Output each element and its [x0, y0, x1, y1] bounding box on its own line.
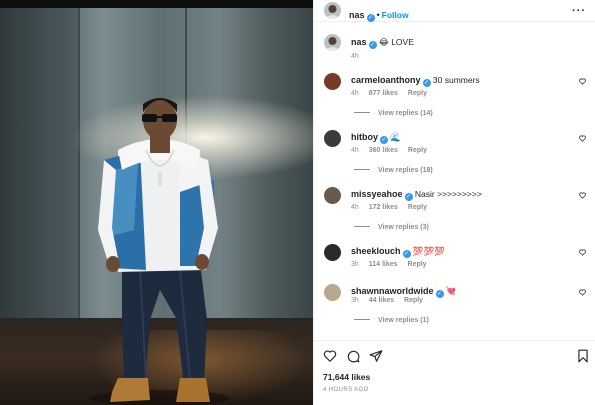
share-icon[interactable]	[369, 349, 383, 363]
reply-button[interactable]: Reply	[404, 297, 423, 304]
commenter-username[interactable]: sheeklouch	[351, 246, 401, 256]
comment-icon[interactable]	[346, 349, 360, 363]
commenter-username[interactable]: shawnnaworldwide	[351, 286, 434, 296]
caption-avatar[interactable]	[324, 34, 341, 51]
bookmark-icon[interactable]	[576, 349, 590, 363]
verified-icon: ✓	[366, 14, 375, 22]
heart-icon[interactable]	[579, 289, 586, 296]
author-username[interactable]: nas	[349, 10, 365, 20]
view-replies-button[interactable]: View replies (18)	[354, 167, 433, 174]
caption-username[interactable]: nas	[351, 37, 367, 47]
comment-likes[interactable]: 877 likes	[369, 90, 398, 97]
commenter-username[interactable]: carmeloanthony	[351, 75, 421, 85]
view-replies-button[interactable]: View replies (1)	[354, 317, 429, 324]
comment-likes[interactable]: 44 likes	[369, 297, 394, 304]
comment-time: 4h	[351, 90, 359, 97]
reply-button[interactable]: Reply	[408, 204, 427, 211]
commenter-avatar[interactable]	[324, 284, 341, 301]
verified-icon: ✓	[368, 41, 377, 49]
comment-text: 💘	[445, 286, 457, 296]
heart-icon[interactable]	[579, 135, 586, 142]
post-actions: 71,644 likes 4 HOURS AGO	[314, 340, 595, 405]
post-header: nas ✓ • Follow ···	[314, 0, 595, 22]
separator-dot: •	[376, 10, 380, 20]
verified-icon: ✓	[402, 250, 411, 258]
comment-text: 💯💯💯	[412, 246, 445, 256]
caption-emoji: 😂	[378, 37, 389, 47]
heart-icon[interactable]	[579, 249, 586, 256]
commenter-avatar[interactable]	[324, 187, 341, 204]
comment-likes[interactable]: 172 likes	[369, 204, 398, 211]
photo-subject	[90, 98, 230, 405]
verified-icon: ✓	[435, 290, 444, 298]
comment-text: 30 summers	[432, 75, 480, 85]
caption-text: LOVE	[391, 37, 414, 47]
reply-button[interactable]: Reply	[408, 261, 427, 268]
verified-icon: ✓	[404, 193, 413, 201]
more-icon[interactable]: ···	[572, 5, 586, 17]
view-replies-button[interactable]: View replies (3)	[354, 224, 429, 231]
verified-icon: ✓	[380, 136, 388, 144]
author-avatar[interactable]	[324, 2, 341, 19]
heart-icon[interactable]	[323, 349, 337, 363]
reply-button[interactable]: Reply	[408, 90, 427, 97]
follow-button[interactable]: Follow	[382, 10, 409, 20]
post-timestamp: 4 HOURS AGO	[323, 387, 369, 393]
commenter-username[interactable]: hitboy	[351, 132, 378, 142]
comment-time: 3h	[351, 261, 359, 268]
heart-icon[interactable]	[579, 78, 586, 85]
commenter-avatar[interactable]	[324, 244, 341, 261]
comment-text: Nasir >>>>>>>>>	[414, 189, 482, 199]
view-replies-button[interactable]: View replies (14)	[354, 110, 433, 117]
commenter-avatar[interactable]	[324, 130, 341, 147]
post-photo[interactable]	[0, 0, 313, 405]
verified-icon: ✓	[422, 79, 431, 87]
heart-icon[interactable]	[579, 192, 586, 199]
commenter-avatar[interactable]	[324, 73, 341, 90]
caption-time: 4h	[351, 53, 359, 60]
post-side-panel: nas ✓ • Follow ··· nas ✓ 😂 LOVE 4h carmeloan…	[313, 0, 595, 405]
likes-count[interactable]: 71,644 likes	[323, 372, 370, 382]
reply-button[interactable]: Reply	[408, 147, 427, 154]
comment-time: 4h	[351, 204, 359, 211]
comment-time: 4h	[351, 147, 359, 154]
comment-text: 🌊	[390, 132, 401, 142]
commenter-username[interactable]: missyeahoe	[351, 189, 403, 199]
comment-likes[interactable]: 114 likes	[369, 261, 398, 268]
comment-likes[interactable]: 360 likes	[369, 147, 398, 154]
comment-time: 3h	[351, 297, 359, 304]
